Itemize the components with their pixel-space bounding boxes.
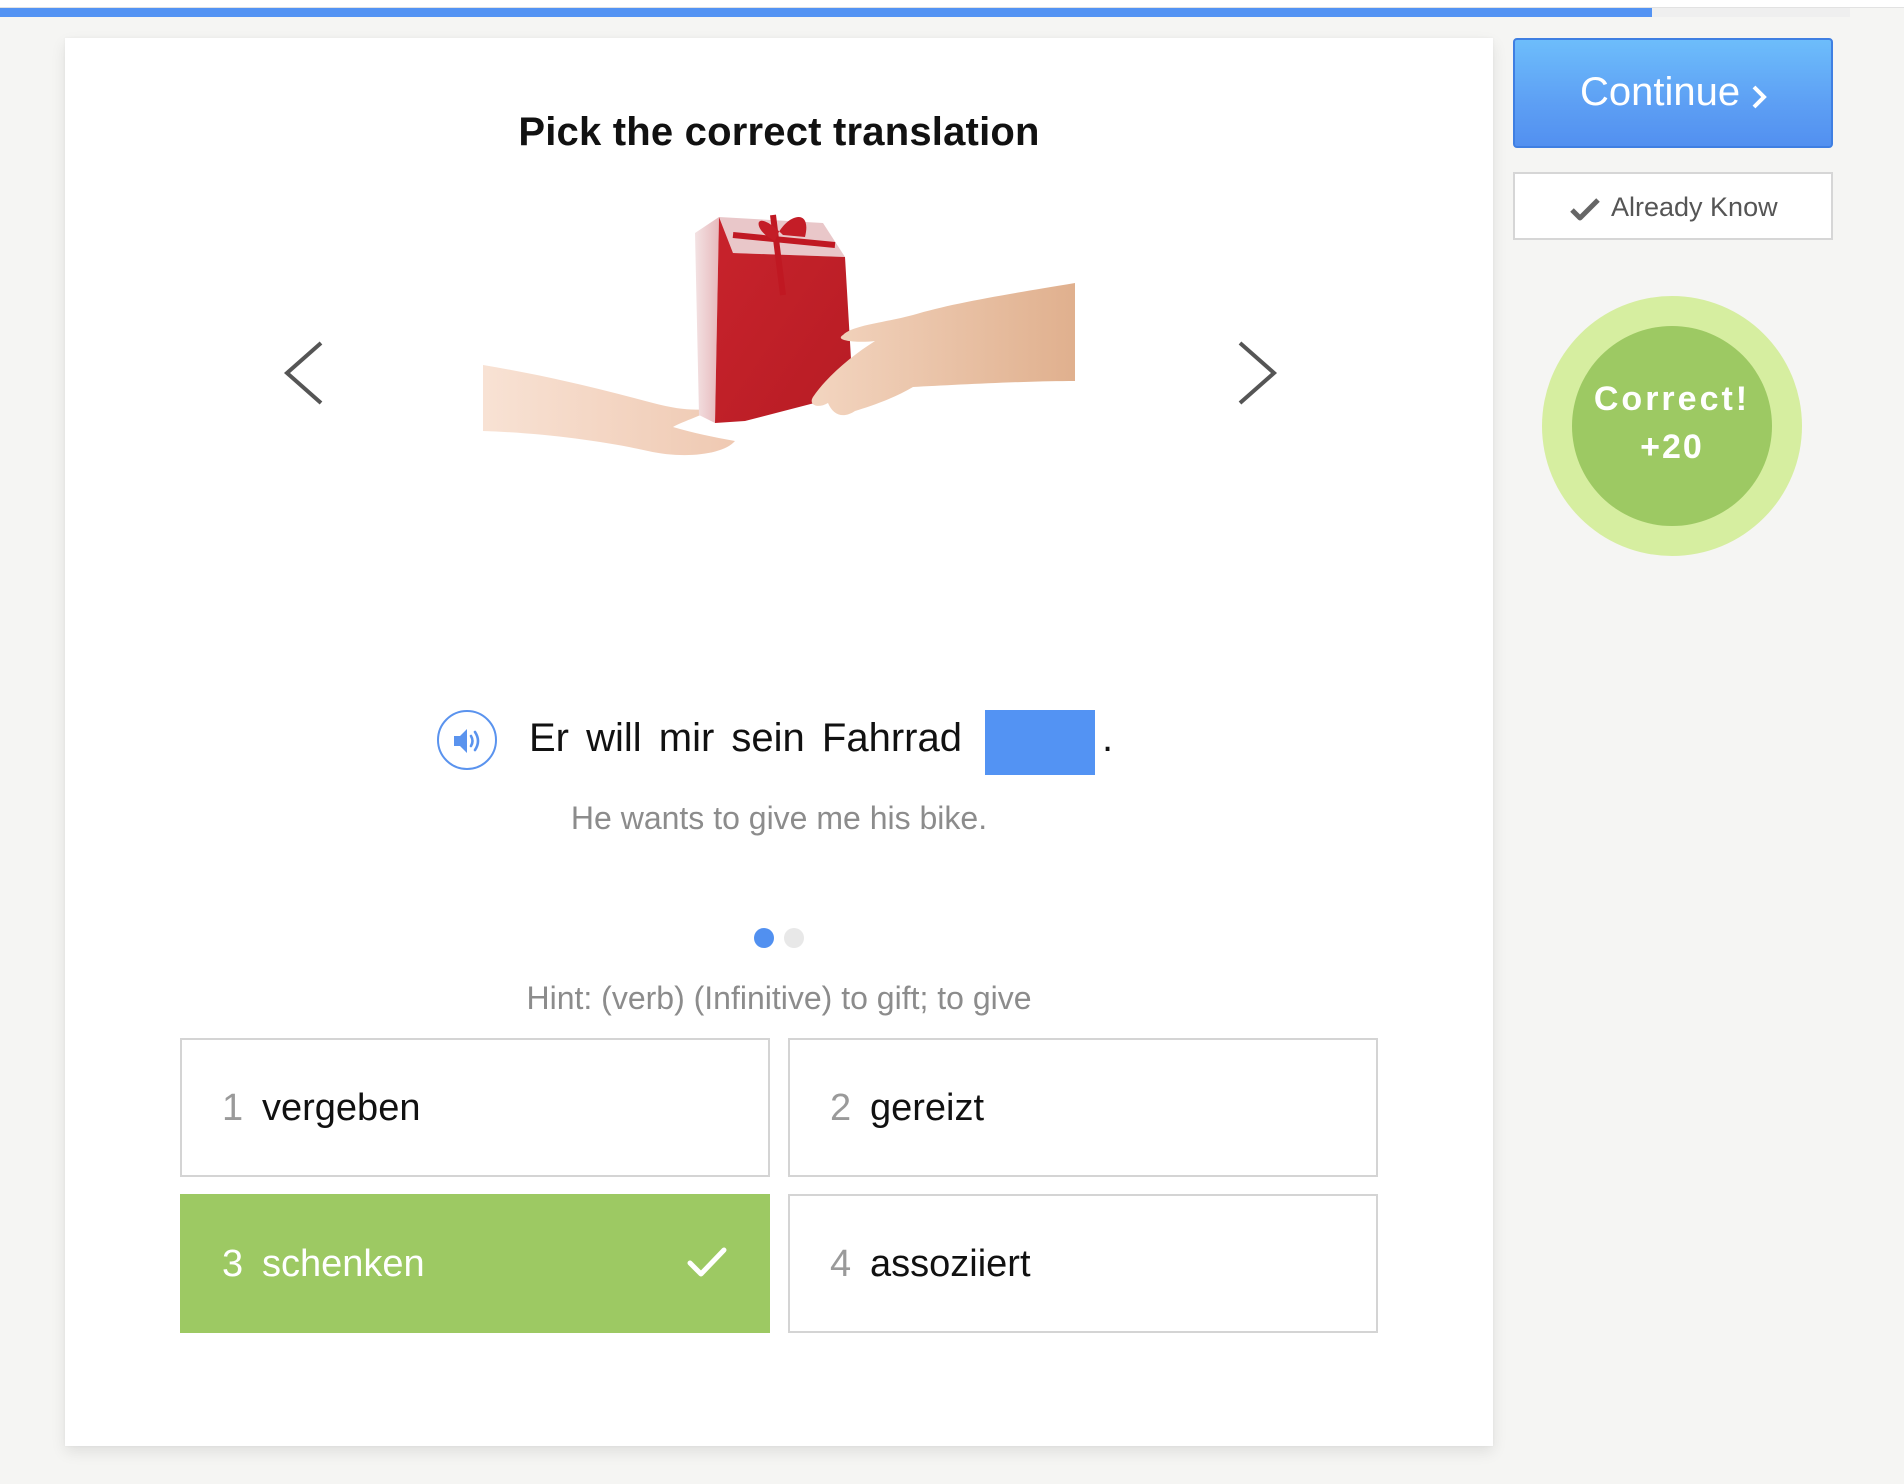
- choice-option[interactable]: 1 vergeben: [180, 1038, 770, 1177]
- choice-number: 3: [222, 1243, 244, 1285]
- choice-option[interactable]: 3 schenken: [180, 1194, 770, 1333]
- pager-dot[interactable]: [784, 928, 804, 948]
- exercise-card: Pick the correct translation Er will mir…: [65, 38, 1493, 1446]
- result-points: +20: [1640, 428, 1704, 466]
- play-audio-button[interactable]: [437, 710, 497, 770]
- choice-word: vergeben: [262, 1087, 421, 1129]
- previous-image-button[interactable]: [273, 333, 333, 413]
- pager-dot[interactable]: [754, 928, 774, 948]
- choice-number: 1: [222, 1087, 244, 1129]
- next-image-button[interactable]: [1228, 333, 1288, 413]
- choice-option[interactable]: 2 gereizt: [788, 1038, 1378, 1177]
- choice-word: assoziiert: [870, 1243, 1031, 1285]
- sentence-translation: He wants to give me his bike.: [570, 800, 988, 836]
- answer-blank: [985, 710, 1095, 775]
- lesson-progress-bar: [0, 8, 1850, 17]
- result-badge-inner: Correct! +20: [1572, 326, 1772, 526]
- top-strip: [0, 0, 1904, 8]
- gift-illustration: [483, 214, 1075, 456]
- choice-number: 2: [830, 1087, 852, 1129]
- exercise-title: Pick the correct translation: [518, 110, 1040, 154]
- gift-image: [483, 175, 1075, 570]
- choice-option[interactable]: 4 assoziiert: [788, 1194, 1378, 1333]
- continue-label: Continue: [1580, 70, 1741, 114]
- sentence-end: .: [1102, 716, 1114, 760]
- chevron-left-icon: [283, 341, 323, 405]
- choice-word: schenken: [262, 1243, 425, 1285]
- already-know-button[interactable]: Already Know: [1513, 172, 1833, 240]
- hint-text: Hint: (verb) (Infinitive) to gift; to gi…: [526, 980, 1032, 1016]
- result-status: Correct!: [1593, 380, 1751, 418]
- image-pager: [65, 928, 1493, 948]
- continue-button[interactable]: Continue: [1513, 38, 1833, 148]
- speaker-icon: [454, 729, 480, 753]
- choice-word: gereizt: [870, 1087, 985, 1129]
- result-badge: Correct! +20: [1542, 296, 1802, 556]
- lesson-progress-fill: [0, 8, 1652, 17]
- chevron-right-icon: [1238, 341, 1278, 405]
- checkmark-icon: [1570, 198, 1600, 221]
- already-know-label: Already Know: [1611, 192, 1778, 222]
- sentence-text: Er will mir sein Fahrrad: [529, 716, 962, 760]
- checkmark-icon: [686, 1246, 728, 1283]
- chevron-right-icon: [1752, 85, 1767, 109]
- sentence-row: Er will mir sein Fahrrad .: [65, 706, 1493, 780]
- choice-number: 4: [830, 1243, 852, 1285]
